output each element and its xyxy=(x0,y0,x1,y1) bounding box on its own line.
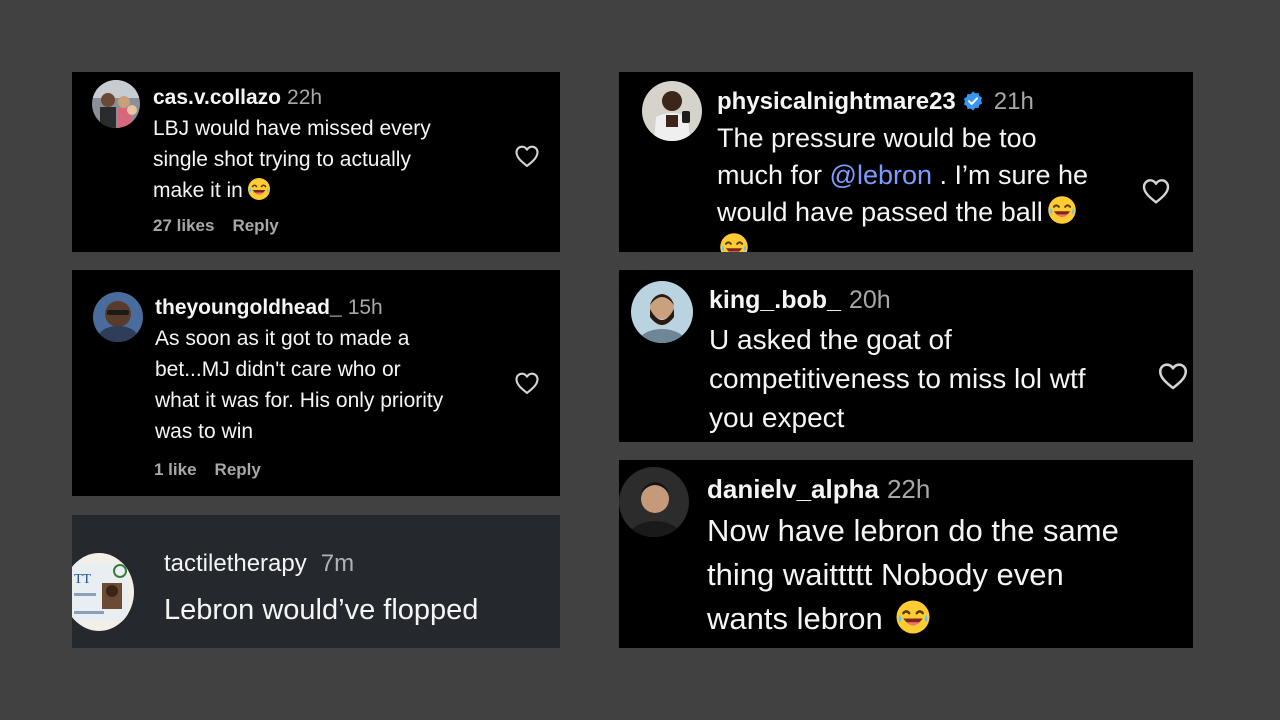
comment-time: 7m xyxy=(320,550,355,577)
likes-count[interactable]: 1 like xyxy=(154,460,197,479)
username[interactable]: tactiletherapy xyxy=(164,550,307,577)
laughing-emoji-icon xyxy=(247,177,271,201)
heart-icon[interactable] xyxy=(513,369,541,397)
comment-content: physicalnightmare23 21h The pressure woul… xyxy=(717,83,1137,252)
avatar[interactable] xyxy=(642,81,702,141)
reply-button[interactable]: Reply xyxy=(215,460,261,479)
avatar[interactable] xyxy=(619,467,689,537)
likes-count[interactable]: 27 likes xyxy=(153,216,214,235)
comment-card: theyoungoldhead_ 15h As soon as it got to… xyxy=(72,270,560,496)
avatar[interactable] xyxy=(93,292,143,342)
comment-content: theyoungoldhead_ 15h As soon as it got to… xyxy=(155,292,545,447)
comment-time: 21h xyxy=(993,88,1034,115)
comment-actions: 27 likes Reply xyxy=(153,216,279,236)
svg-text:TT: TT xyxy=(74,572,92,587)
comment-time: 22h xyxy=(287,86,323,109)
comment-content: king_.bob_ 20h U asked the goat of compet… xyxy=(709,281,1149,437)
comment-time: 15h xyxy=(347,296,383,319)
mention-link[interactable]: @lebron xyxy=(830,160,932,190)
comment-content: tactiletherapy 7m Lebron would’ve flopped xyxy=(164,549,544,628)
comment-text: U asked the goat of competitiveness to m… xyxy=(709,324,1086,433)
comment-card: cas.v.collazo 22h LBJ would have missed e… xyxy=(72,72,560,252)
username[interactable]: theyoungoldhead_ xyxy=(155,296,342,319)
comment-text: LBJ would have missed every single shot … xyxy=(153,117,431,202)
comment-time: 20h xyxy=(848,286,891,314)
comment-text: The pressure would be too much for @lebr… xyxy=(717,120,1137,252)
username[interactable]: danielv_alpha xyxy=(707,474,879,504)
comment-text: As soon as it got to made a bet...MJ did… xyxy=(155,327,444,443)
comment-content: cas.v.collazo 22h LBJ would have missed e… xyxy=(153,82,503,206)
laughing-emoji-icon xyxy=(719,232,749,252)
comment-content: danielv_alpha 22h Now have lebron do the … xyxy=(707,472,1182,641)
comment-card: physicalnightmare23 21h The pressure woul… xyxy=(619,72,1193,252)
avatar[interactable]: TT xyxy=(72,553,134,631)
username[interactable]: physicalnightmare23 xyxy=(717,88,956,115)
comment-text: Now have lebron do the same thing waittt… xyxy=(707,513,1119,636)
reply-button[interactable]: Reply xyxy=(232,216,278,235)
username[interactable]: king_.bob_ xyxy=(709,286,841,314)
username[interactable]: cas.v.collazo xyxy=(153,86,281,109)
verified-badge-icon xyxy=(962,90,984,112)
comment-card: danielv_alpha 22h Now have lebron do the … xyxy=(619,460,1193,648)
heart-icon[interactable] xyxy=(1140,175,1172,207)
comment-actions: 1 like Reply xyxy=(154,460,261,480)
comment-time: 22h xyxy=(886,474,931,504)
laughing-emoji-icon xyxy=(1047,195,1077,225)
comment-card: king_.bob_ 20h U asked the goat of compet… xyxy=(619,270,1193,442)
comment-text: Lebron would’ve flopped xyxy=(164,594,479,626)
heart-icon[interactable] xyxy=(1156,359,1190,393)
heart-icon[interactable] xyxy=(513,142,541,170)
comment-card: TT tactiletherapy 7m Lebron would’ve flop… xyxy=(72,515,560,648)
avatar[interactable] xyxy=(631,281,693,343)
laughing-emoji-icon xyxy=(895,599,931,635)
avatar[interactable] xyxy=(92,80,140,128)
